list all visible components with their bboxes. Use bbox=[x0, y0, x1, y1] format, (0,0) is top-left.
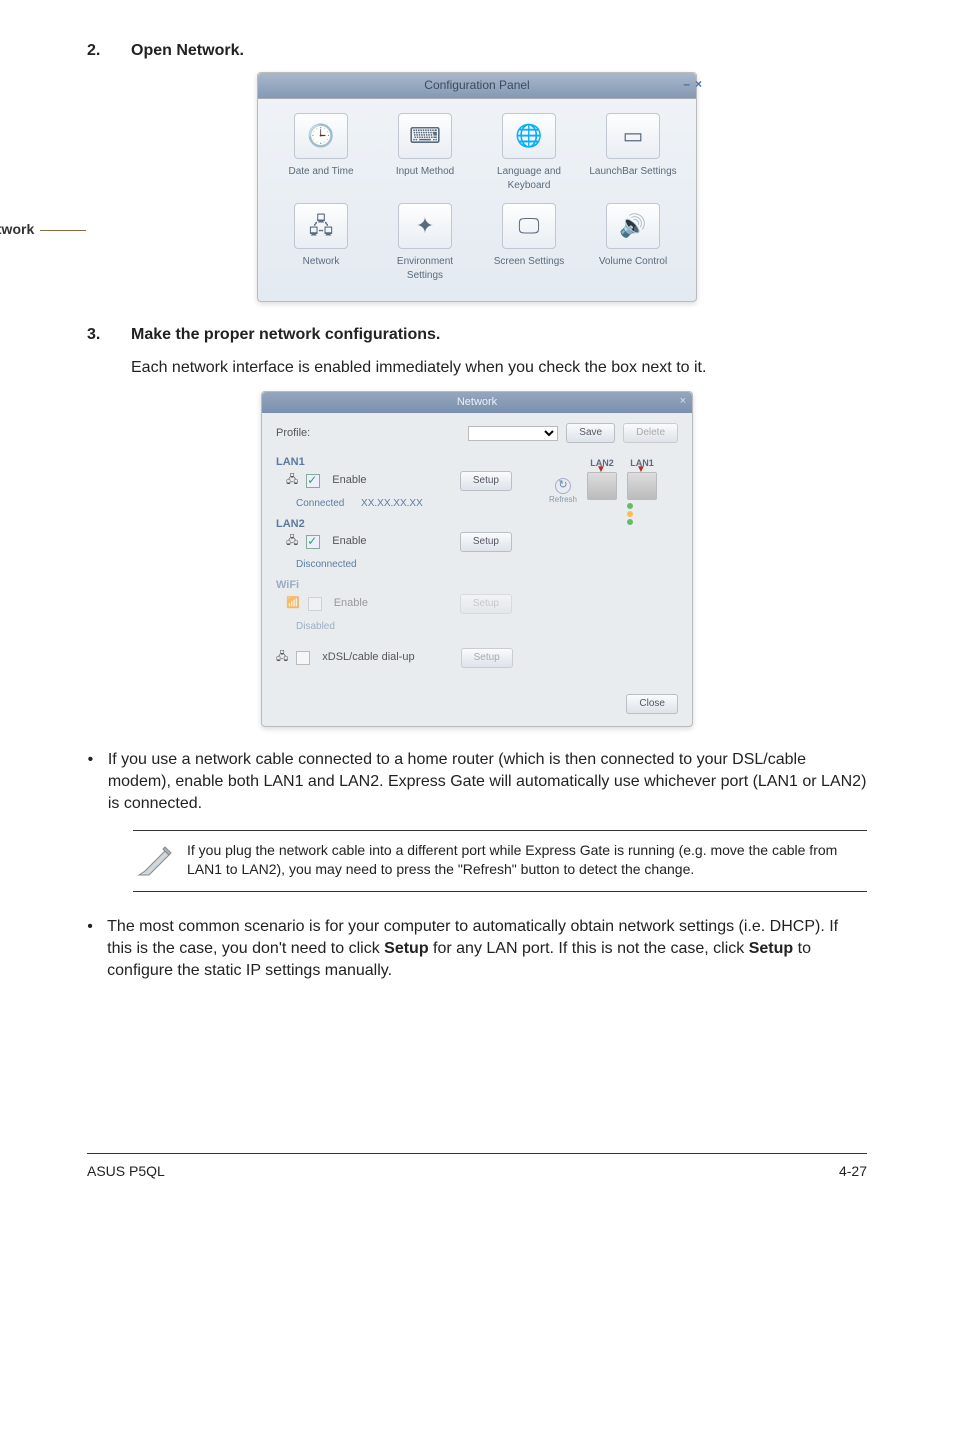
config-item-screen[interactable]: 🖵 Screen Settings bbox=[482, 203, 576, 283]
close-button[interactable]: Close bbox=[626, 694, 678, 714]
launchbar-icon: ▭ bbox=[606, 113, 660, 159]
bullet1-marker: • bbox=[87, 749, 94, 816]
config-item-network[interactable]: 🖧 Network bbox=[274, 203, 368, 283]
note-box: If you plug the network cable into a dif… bbox=[133, 830, 867, 892]
lan1-ip: XX.XX.XX.XX bbox=[361, 498, 423, 509]
network-label-text: Network bbox=[0, 220, 34, 240]
lan1-enable-checkbox[interactable] bbox=[306, 474, 320, 488]
port-lan1-lights bbox=[627, 503, 657, 525]
pointer-line bbox=[40, 230, 86, 231]
config-item-input-method[interactable]: ⌨ Input Method bbox=[378, 113, 472, 193]
step3-number: 3. bbox=[87, 324, 109, 346]
wifi-status: Disabled bbox=[296, 620, 512, 634]
delete-button[interactable]: Delete bbox=[623, 423, 678, 443]
dialog-close-icon[interactable]: × bbox=[680, 394, 686, 409]
wifi-setup-button: Setup bbox=[460, 594, 512, 614]
bullet2-text: The most common scenario is for your com… bbox=[107, 916, 867, 983]
config-item-language-keyboard[interactable]: 🌐 Language and Keyboard bbox=[482, 113, 576, 193]
profile-label: Profile: bbox=[276, 426, 310, 441]
network-dialog-title: Network bbox=[457, 396, 497, 408]
dialup-setup-button: Setup bbox=[461, 648, 513, 668]
profile-select[interactable] bbox=[468, 426, 558, 441]
panel-minimize-icon[interactable]: – bbox=[683, 76, 690, 93]
clock-icon: 🕒 bbox=[294, 113, 348, 159]
lan2-icon: 🖧 bbox=[286, 534, 298, 549]
config-label-date-time: Date and Time bbox=[274, 165, 368, 179]
config-label-launchbar: LaunchBar Settings bbox=[586, 165, 680, 179]
network-dialog: Network × Profile: Save Delete LAN1 🖧 En… bbox=[261, 391, 693, 727]
lan1-section-label: LAN1 bbox=[276, 455, 512, 470]
network-pointer-label: Network bbox=[0, 220, 86, 240]
configuration-panel: Configuration Panel – × 🕒 Date and Time … bbox=[257, 72, 697, 302]
page-footer: ASUS P5QL 4-27 bbox=[87, 1153, 867, 1182]
bullet2-marker: • bbox=[87, 916, 93, 983]
pencil-icon bbox=[133, 841, 173, 881]
panel-close-icon[interactable]: × bbox=[695, 76, 702, 93]
dialup-icon: 🖧 bbox=[276, 650, 288, 665]
footer-left: ASUS P5QL bbox=[87, 1162, 165, 1182]
config-label-network: Network bbox=[274, 255, 368, 269]
speaker-icon: 🔊 bbox=[606, 203, 660, 249]
bullet2-mid: for any LAN port. If this is not the cas… bbox=[429, 940, 749, 957]
bullet2-bold1: Setup bbox=[384, 940, 428, 957]
config-item-environment[interactable]: ✦ Environment Settings bbox=[378, 203, 472, 283]
lan1-status: Connected bbox=[296, 498, 344, 509]
lan1-icon: 🖧 bbox=[286, 473, 298, 488]
wifi-icon: 📶 bbox=[286, 596, 300, 611]
config-label-volume: Volume Control bbox=[586, 255, 680, 269]
lan2-status: Disconnected bbox=[296, 558, 512, 572]
wifi-enable-checkbox bbox=[308, 597, 322, 611]
step2-text: Open Network. bbox=[131, 40, 244, 62]
step2-number: 2. bbox=[87, 40, 109, 62]
save-button[interactable]: Save bbox=[566, 423, 615, 443]
keyboard-icon: ⌨ bbox=[398, 113, 452, 159]
dialup-enable-label: xDSL/cable dial-up bbox=[322, 650, 414, 665]
config-item-date-time[interactable]: 🕒 Date and Time bbox=[274, 113, 368, 193]
monitor-icon: 🖵 bbox=[502, 203, 556, 249]
port-lan1-icon bbox=[627, 472, 657, 500]
config-item-launchbar[interactable]: ▭ LaunchBar Settings bbox=[586, 113, 680, 193]
settings-icon: ✦ bbox=[398, 203, 452, 249]
refresh-label: Refresh bbox=[549, 494, 577, 505]
config-item-volume[interactable]: 🔊 Volume Control bbox=[586, 203, 680, 283]
config-label-input-method: Input Method bbox=[378, 165, 472, 179]
lan1-enable-label: Enable bbox=[332, 473, 366, 488]
dialup-enable-checkbox[interactable] bbox=[296, 651, 310, 665]
lan2-setup-button[interactable]: Setup bbox=[460, 532, 512, 552]
lan2-section-label: LAN2 bbox=[276, 517, 512, 532]
lan2-enable-label: Enable bbox=[332, 534, 366, 549]
bullet2-bold2: Setup bbox=[749, 940, 793, 957]
note-text: If you plug the network cable into a dif… bbox=[187, 841, 867, 880]
bullet1-text: If you use a network cable connected to … bbox=[108, 749, 867, 816]
network-dialog-title-bar: Network × bbox=[262, 392, 692, 413]
config-label-language-keyboard: Language and Keyboard bbox=[482, 165, 576, 193]
lan1-setup-button[interactable]: Setup bbox=[460, 471, 512, 491]
footer-right: 4-27 bbox=[839, 1162, 867, 1182]
globe-keyboard-icon: 🌐 bbox=[502, 113, 556, 159]
port-lan2-icon bbox=[587, 472, 617, 500]
step3-body: Each network interface is enabled immedi… bbox=[131, 357, 867, 379]
refresh-button[interactable]: ↻ bbox=[555, 478, 571, 494]
config-label-screen: Screen Settings bbox=[482, 255, 576, 269]
configuration-panel-title: Configuration Panel – × bbox=[258, 73, 696, 99]
config-label-environment: Environment Settings bbox=[378, 255, 472, 283]
wifi-enable-label: Enable bbox=[334, 596, 368, 611]
configuration-panel-title-text: Configuration Panel bbox=[424, 78, 529, 92]
network-icon: 🖧 bbox=[294, 203, 348, 249]
step3-text: Make the proper network configurations. bbox=[131, 324, 440, 346]
lan2-enable-checkbox[interactable] bbox=[306, 535, 320, 549]
wifi-section-label: WiFi bbox=[276, 578, 512, 593]
